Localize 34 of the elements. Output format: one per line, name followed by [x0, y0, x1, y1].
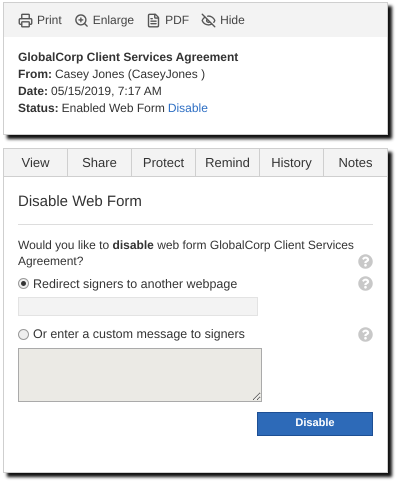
field-value: Enabled Web Form — [62, 100, 165, 117]
radio-button[interactable] — [18, 328, 29, 340]
field-label: From: — [18, 66, 52, 83]
question-text: Would you like to disable web form GlobalCorp Client Services Agreement? — [18, 236, 354, 268]
help-icon[interactable] — [358, 254, 373, 268]
toolbar-button[interactable]: Print — [18, 11, 62, 29]
field-value: 05/15/2019, 7:17 AM — [51, 83, 162, 100]
disable-link[interactable]: Disable — [168, 100, 208, 117]
message-text-area[interactable] — [18, 348, 262, 402]
agreement-title: GlobalCorp Client Services Agreement — [18, 49, 240, 66]
option-label: Redirect signers to another webpage — [33, 276, 238, 293]
field-label: Date: — [18, 83, 48, 100]
tab[interactable]: Notes — [324, 149, 387, 177]
field-value: Casey Jones (CaseyJones ) — [55, 66, 206, 83]
printer-icon — [18, 12, 33, 28]
option-label: Or enter a custom message to signers — [33, 326, 246, 343]
field-label: Status: — [18, 100, 59, 117]
toolbar-button[interactable]: Enlarge — [74, 11, 134, 29]
tab[interactable]: Protect — [132, 149, 196, 177]
tab[interactable]: History — [260, 149, 324, 177]
eye-off-icon — [201, 12, 216, 28]
radio-button[interactable] — [18, 278, 29, 290]
url-input-field[interactable] — [18, 297, 258, 316]
tab[interactable]: Remind — [196, 149, 260, 177]
document-icon — [146, 12, 162, 28]
toolbar-button[interactable]: Hide — [201, 11, 245, 29]
help-icon[interactable] — [358, 276, 373, 292]
zoom-in-icon — [74, 12, 89, 28]
tab[interactable]: View — [4, 149, 68, 177]
disable-button[interactable]: Disable — [257, 412, 373, 436]
section-heading: Disable Web Form — [18, 191, 373, 224]
tab[interactable]: Share — [68, 149, 132, 177]
help-icon[interactable] — [358, 326, 373, 342]
toolbar-button[interactable]: PDF — [146, 11, 190, 29]
